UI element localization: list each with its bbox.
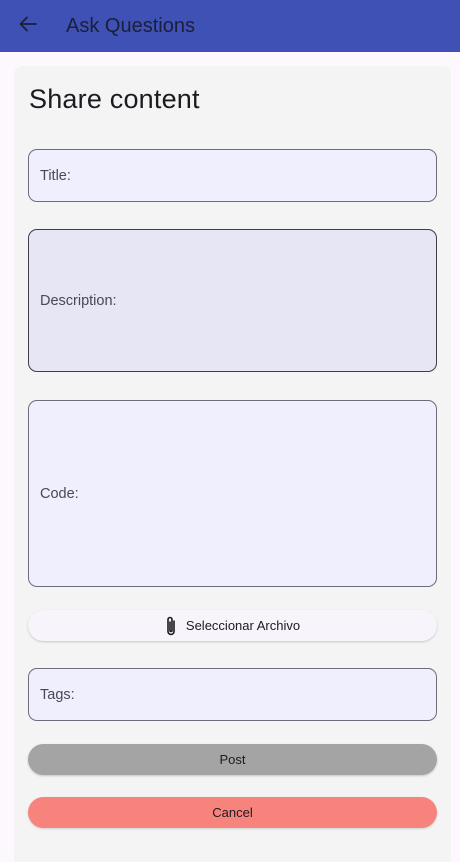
title-field[interactable]: Title: bbox=[28, 149, 437, 202]
code-label: Code: bbox=[40, 485, 79, 502]
arrow-back-icon bbox=[19, 16, 37, 37]
code-field[interactable]: Code: bbox=[28, 400, 437, 587]
description-label: Description: bbox=[40, 292, 117, 309]
app-bar: Ask Questions bbox=[0, 0, 460, 52]
cancel-button[interactable]: Cancel bbox=[28, 797, 437, 828]
back-button[interactable] bbox=[8, 6, 48, 46]
description-field[interactable]: Description: bbox=[28, 229, 437, 372]
select-file-label: Seleccionar Archivo bbox=[185, 618, 301, 633]
page-title: Ask Questions bbox=[66, 14, 195, 37]
title-label: Title: bbox=[40, 167, 71, 184]
post-button[interactable]: Post bbox=[28, 744, 437, 775]
paperclip-icon bbox=[165, 615, 177, 637]
select-file-button[interactable]: Seleccionar Archivo bbox=[28, 610, 437, 641]
cancel-button-label: Cancel bbox=[212, 805, 253, 820]
tags-label: Tags: bbox=[40, 686, 75, 703]
form-heading: Share content bbox=[29, 84, 200, 114]
post-button-label: Post bbox=[219, 752, 246, 767]
tags-field[interactable]: Tags: bbox=[28, 668, 437, 721]
